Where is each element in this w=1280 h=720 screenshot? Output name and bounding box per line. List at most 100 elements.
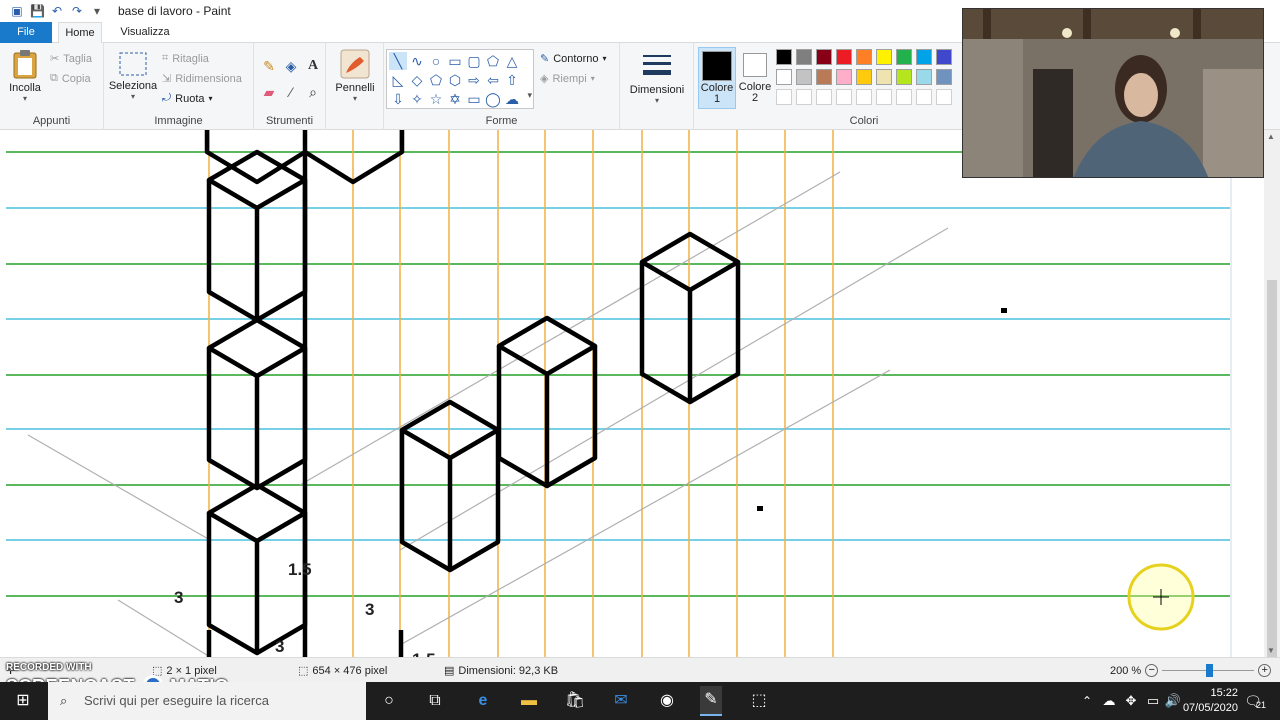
tab-view[interactable]: Visualizza xyxy=(112,22,178,43)
palette-color-swatch[interactable] xyxy=(796,49,812,65)
four-point-star-shape-icon[interactable]: ✧ xyxy=(408,90,426,108)
clock[interactable]: 15:22 07/05/2020 xyxy=(1166,686,1238,716)
text-tool-icon[interactable]: A xyxy=(304,57,322,75)
windows-start-icon[interactable]: ⊞ xyxy=(12,690,34,712)
palette-color-swatch[interactable] xyxy=(816,89,832,105)
tab-home[interactable]: Home xyxy=(58,22,102,44)
palette-color-swatch[interactable] xyxy=(876,69,892,85)
palette-color-swatch[interactable] xyxy=(796,69,812,85)
zoom-slider-thumb[interactable] xyxy=(1206,664,1214,677)
store-icon[interactable]: 🛍 xyxy=(564,690,586,712)
palette-color-swatch[interactable] xyxy=(936,89,952,105)
paste-button[interactable]: Incolla ▾ xyxy=(6,49,44,103)
six-point-star-shape-icon[interactable]: ✡ xyxy=(446,90,464,108)
size-button[interactable]: Dimensioni ▾ xyxy=(624,51,690,105)
triangle-shape-icon[interactable]: △ xyxy=(503,52,521,70)
callout-rounded-shape-icon[interactable]: ▭ xyxy=(465,90,483,108)
isometric-drawing[interactable]: 1.5 3 3 3 1.5 xyxy=(0,130,1264,657)
cut-button[interactable]: ✂ Taglia xyxy=(50,52,92,66)
palette-color-swatch[interactable] xyxy=(916,89,932,105)
fill-bucket-icon[interactable]: ◈ xyxy=(282,57,300,75)
brushes-button[interactable]: Pennelli ▾ xyxy=(332,49,378,103)
drawing-canvas[interactable]: 1.5 3 3 3 1.5 xyxy=(0,130,1264,657)
rectangle-shape-icon[interactable]: ▭ xyxy=(446,52,464,70)
shapes-scroll-chevron-icon[interactable]: ▾ xyxy=(527,90,532,101)
battery-icon[interactable]: ▭ xyxy=(1142,690,1164,712)
edge-browser-icon[interactable]: e xyxy=(472,690,494,712)
diamond-shape-icon[interactable]: ◇ xyxy=(408,71,426,89)
show-hidden-icons-chevron-icon[interactable]: ⌃ xyxy=(1076,690,1098,712)
chrome-icon[interactable]: ◉ xyxy=(656,690,678,712)
customize-chevron-icon[interactable]: ▾ xyxy=(90,4,104,18)
palette-color-swatch[interactable] xyxy=(856,89,872,105)
scroll-down-icon[interactable]: ▼ xyxy=(1267,646,1275,655)
rounded-rectangle-shape-icon[interactable]: ▢ xyxy=(465,52,483,70)
line-shape-icon[interactable]: ╲ xyxy=(389,52,407,70)
vertical-scrollbar[interactable]: ▲ ▼ xyxy=(1264,130,1280,700)
palette-color-swatch[interactable] xyxy=(856,69,872,85)
callout-cloud-shape-icon[interactable]: ☁ xyxy=(503,90,521,108)
tab-file[interactable]: File xyxy=(0,22,52,43)
palette-color-swatch[interactable] xyxy=(816,49,832,65)
oval-shape-icon[interactable]: ○ xyxy=(427,52,445,70)
palette-color-swatch[interactable] xyxy=(896,49,912,65)
fill-button[interactable]: ◈ Riempi ▾ xyxy=(540,72,595,86)
right-arrow-shape-icon[interactable]: ⇨ xyxy=(465,71,483,89)
zoom-in-icon[interactable]: + xyxy=(1258,664,1272,677)
palette-color-swatch[interactable] xyxy=(836,89,852,105)
palette-color-swatch[interactable] xyxy=(876,89,892,105)
mail-icon[interactable]: ✉ xyxy=(610,690,632,712)
outline-button[interactable]: ✎ Contorno ▾ xyxy=(540,52,607,66)
callout-oval-shape-icon[interactable]: ◯ xyxy=(484,90,502,108)
task-view-icon[interactable]: ⧉ xyxy=(424,690,446,712)
rotate-button[interactable]: ⤾ Ruota ▾ xyxy=(162,92,213,105)
color2-button[interactable]: Colore 2 xyxy=(736,47,774,109)
palette-color-swatch[interactable] xyxy=(776,69,792,85)
magnifier-icon[interactable]: ⌕ xyxy=(304,83,322,101)
palette-color-swatch[interactable] xyxy=(776,49,792,65)
palette-color-swatch[interactable] xyxy=(916,69,932,85)
taskbar-search-input[interactable]: ⌕ Scrivi qui per eseguire la ricerca xyxy=(48,682,366,720)
cortana-icon[interactable]: ○ xyxy=(378,690,400,712)
palette-color-swatch[interactable] xyxy=(836,69,852,85)
left-arrow-shape-icon[interactable]: ⇦ xyxy=(484,71,502,89)
file-explorer-icon[interactable]: ▬ xyxy=(518,690,540,712)
hexagon-shape-icon[interactable]: ⬡ xyxy=(446,71,464,89)
curve-shape-icon[interactable]: ∿ xyxy=(408,52,426,70)
palette-color-swatch[interactable] xyxy=(876,49,892,65)
color1-button[interactable]: Colore 1 xyxy=(698,47,736,109)
pencil-icon[interactable]: ✎ xyxy=(260,57,278,75)
redo-icon[interactable]: ↷ xyxy=(70,4,84,18)
eraser-icon[interactable]: ▰ xyxy=(260,83,278,101)
save-icon[interactable]: 💾 xyxy=(30,4,45,18)
five-point-star-shape-icon[interactable]: ☆ xyxy=(427,90,445,108)
crop-button[interactable]: ⌗ Ritaglia xyxy=(162,52,209,65)
palette-color-swatch[interactable] xyxy=(896,69,912,85)
zoom-out-icon[interactable]: − xyxy=(1145,664,1159,677)
palette-color-swatch[interactable] xyxy=(936,49,952,65)
dropbox-icon[interactable]: ✥ xyxy=(1120,690,1142,712)
paint-taskbar-icon[interactable]: ✎ xyxy=(700,686,722,716)
scroll-up-icon[interactable]: ▲ xyxy=(1267,132,1275,141)
scrollbar-thumb[interactable] xyxy=(1267,280,1277,700)
down-arrow-shape-icon[interactable]: ⇩ xyxy=(389,90,407,108)
right-triangle-shape-icon[interactable]: ◺ xyxy=(389,71,407,89)
resize-button[interactable]: ⇲ Ridimensiona xyxy=(162,72,242,86)
copy-button[interactable]: ⧉ Copia xyxy=(50,72,91,85)
palette-color-swatch[interactable] xyxy=(856,49,872,65)
color-picker-icon[interactable]: ⁄ xyxy=(282,83,300,101)
palette-color-swatch[interactable] xyxy=(776,89,792,105)
palette-color-swatch[interactable] xyxy=(836,49,852,65)
palette-color-swatch[interactable] xyxy=(796,89,812,105)
select-button[interactable]: Seleziona ▾ xyxy=(108,51,158,101)
up-arrow-shape-icon[interactable]: ⇧ xyxy=(503,71,521,89)
palette-color-swatch[interactable] xyxy=(916,49,932,65)
pentagon-shape-icon[interactable]: ⬠ xyxy=(427,71,445,89)
undo-icon[interactable]: ↶ xyxy=(50,4,64,18)
polygon-shape-icon[interactable]: ⬠ xyxy=(484,52,502,70)
palette-color-swatch[interactable] xyxy=(816,69,832,85)
palette-color-swatch[interactable] xyxy=(896,89,912,105)
onedrive-icon[interactable]: ☁ xyxy=(1098,690,1120,712)
snipping-tool-icon[interactable]: ⬚ xyxy=(748,690,770,712)
zoom-slider[interactable] xyxy=(1162,664,1255,677)
